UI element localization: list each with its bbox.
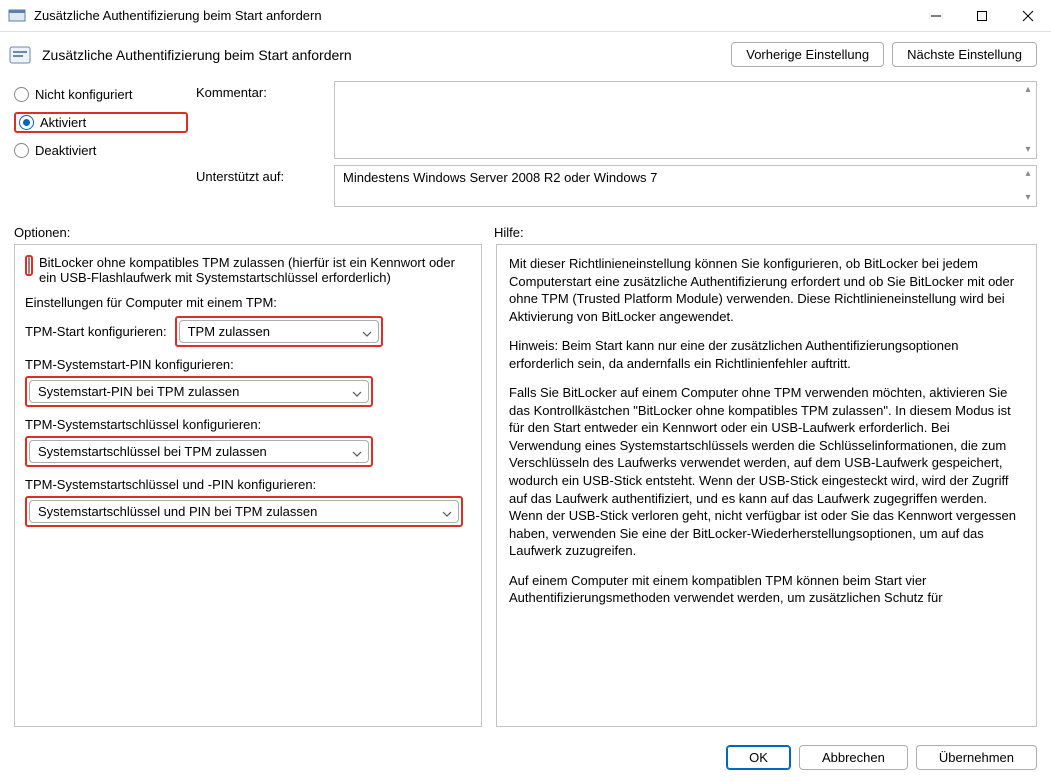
policy-title: Zusätzliche Authentifizierung beim Start…	[42, 47, 721, 63]
radio-label: Deaktiviert	[35, 143, 96, 158]
apply-button[interactable]: Übernehmen	[916, 745, 1037, 770]
previous-setting-button[interactable]: Vorherige Einstellung	[731, 42, 884, 67]
state-enabled[interactable]: Aktiviert	[19, 115, 86, 130]
radio-icon	[14, 87, 29, 102]
help-paragraph: Auf einem Computer mit einem kompatiblen…	[509, 572, 1024, 607]
app-icon	[8, 7, 26, 25]
maximize-button[interactable]	[959, 0, 1005, 31]
tpm-start-select[interactable]: TPM zulassen	[179, 320, 379, 343]
state-disabled[interactable]: Deaktiviert	[14, 143, 188, 158]
help-paragraph: Falls Sie BitLocker auf einem Computer o…	[509, 384, 1024, 559]
tpm-keypin-select[interactable]: Systemstartschlüssel und PIN bei TPM zul…	[29, 500, 459, 523]
help-panel: Mit dieser Richtlinieneinstellung können…	[496, 244, 1037, 727]
scroll-down-icon[interactable]: ▾	[1022, 144, 1034, 156]
supported-label: Unterstützt auf:	[196, 165, 326, 207]
allow-without-tpm-checkbox[interactable]	[28, 257, 30, 274]
radio-icon	[14, 143, 29, 158]
next-setting-button[interactable]: Nächste Einstellung	[892, 42, 1037, 67]
help-paragraph: Hinweis: Beim Start kann nur eine der zu…	[509, 337, 1024, 372]
options-panel: BitLocker ohne kompatibles TPM zulassen …	[14, 244, 482, 727]
select-value: Systemstartschlüssel bei TPM zulassen	[38, 444, 267, 459]
minimize-button[interactable]	[913, 0, 959, 31]
radio-label: Nicht konfiguriert	[35, 87, 133, 102]
chevron-down-icon	[362, 327, 372, 337]
select-value: Systemstartschlüssel und PIN bei TPM zul…	[38, 504, 317, 519]
scroll-up-icon[interactable]: ▴	[1022, 84, 1034, 96]
ok-button[interactable]: OK	[726, 745, 791, 770]
select-value: TPM zulassen	[188, 324, 270, 339]
state-radiogroup: Nicht konfiguriert Aktiviert Deaktiviert	[14, 81, 188, 158]
scroll-down-icon[interactable]: ▾	[1022, 192, 1034, 204]
window-title: Zusätzliche Authentifizierung beim Start…	[34, 8, 913, 23]
chevron-down-icon	[352, 447, 362, 457]
chevron-down-icon	[442, 507, 452, 517]
state-not-configured[interactable]: Nicht konfiguriert	[14, 87, 188, 102]
tpm-settings-heading: Einstellungen für Computer mit einem TPM…	[25, 295, 471, 310]
select-value: Systemstart-PIN bei TPM zulassen	[38, 384, 239, 399]
tpm-keypin-label: TPM-Systemstartschlüssel und -PIN konfig…	[25, 477, 471, 492]
comment-label: Kommentar:	[196, 81, 326, 159]
options-section-label: Optionen:	[14, 225, 494, 240]
supported-on-box: Mindestens Windows Server 2008 R2 oder W…	[334, 165, 1037, 207]
policy-icon	[8, 43, 32, 67]
tpm-key-select[interactable]: Systemstartschlüssel bei TPM zulassen	[29, 440, 369, 463]
supported-on-value: Mindestens Windows Server 2008 R2 oder W…	[343, 170, 657, 185]
help-paragraph: Mit dieser Richtlinieneinstellung können…	[509, 255, 1024, 325]
allow-without-tpm-label: BitLocker ohne kompatibles TPM zulassen …	[39, 255, 471, 285]
close-button[interactable]	[1005, 0, 1051, 31]
chevron-down-icon	[352, 387, 362, 397]
help-section-label: Hilfe:	[494, 225, 1037, 240]
tpm-pin-label: TPM-Systemstart-PIN konfigurieren:	[25, 357, 471, 372]
tpm-pin-select[interactable]: Systemstart-PIN bei TPM zulassen	[29, 380, 369, 403]
titlebar: Zusätzliche Authentifizierung beim Start…	[0, 0, 1051, 32]
tpm-start-label: TPM-Start konfigurieren:	[25, 324, 167, 339]
tpm-key-label: TPM-Systemstartschlüssel konfigurieren:	[25, 417, 471, 432]
cancel-button[interactable]: Abbrechen	[799, 745, 908, 770]
comment-textarea[interactable]: ▴ ▾	[334, 81, 1037, 159]
scroll-up-icon[interactable]: ▴	[1022, 168, 1034, 180]
radio-label: Aktiviert	[40, 115, 86, 130]
radio-icon	[19, 115, 34, 130]
